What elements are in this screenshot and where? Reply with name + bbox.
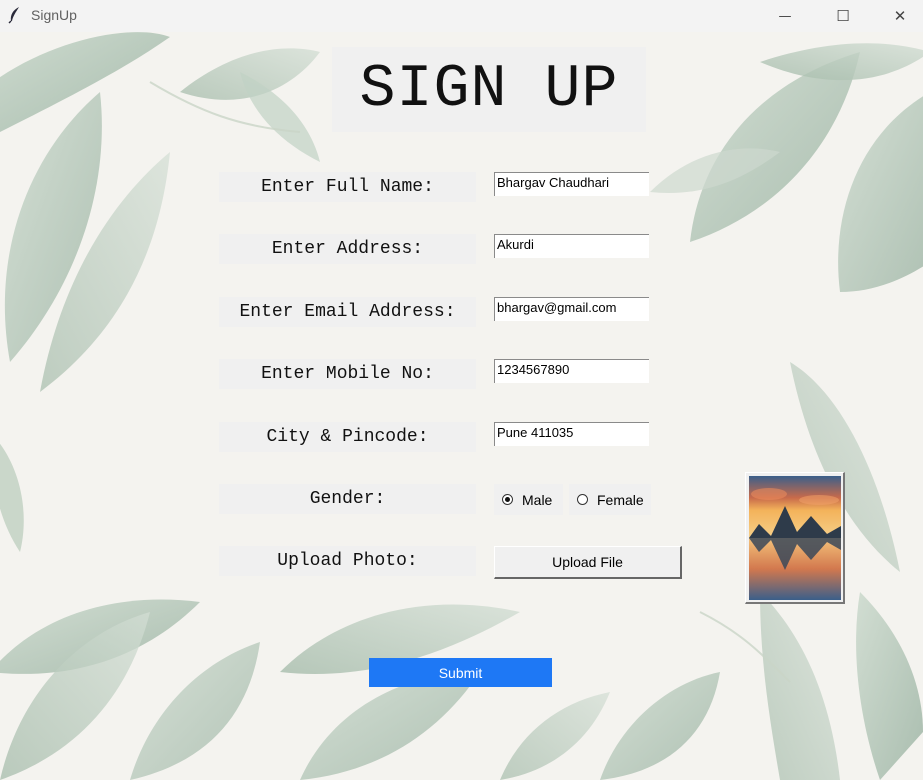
maximize-icon: ☐ (836, 7, 850, 25)
mountain-lake-photo (749, 476, 841, 600)
minimize-button[interactable]: — (762, 0, 808, 32)
upload-photo-label: Upload Photo: (219, 546, 476, 576)
title-bar: SignUp — ☐ ✕ (0, 0, 923, 32)
gender-radio-female[interactable]: Female (569, 484, 651, 515)
signup-window-content: SIGN UP Enter Full Name: Enter Address: … (0, 32, 923, 780)
full-name-input[interactable] (494, 172, 649, 196)
mobile-input[interactable] (494, 359, 649, 383)
gender-option-female-label: Female (597, 491, 644, 508)
city-pincode-input[interactable] (494, 422, 649, 446)
feather-icon (8, 7, 19, 24)
city-pincode-label: City & Pincode: (219, 422, 476, 452)
maximize-button[interactable]: ☐ (820, 0, 866, 32)
email-input[interactable] (494, 297, 649, 321)
mobile-label: Enter Mobile No: (219, 359, 476, 389)
page-title: SIGN UP (332, 47, 646, 132)
window-title: SignUp (31, 7, 77, 23)
upload-file-button[interactable]: Upload File (494, 546, 682, 579)
submit-button[interactable]: Submit (369, 658, 552, 687)
gender-radio-male[interactable]: Male (494, 484, 563, 515)
address-input[interactable] (494, 234, 649, 258)
radio-unselected-icon (577, 494, 588, 505)
address-label: Enter Address: (219, 234, 476, 264)
gender-label: Gender: (219, 484, 476, 514)
full-name-label: Enter Full Name: (219, 172, 476, 202)
minimize-icon: — (778, 8, 792, 24)
gender-option-male-label: Male (522, 491, 553, 508)
close-button[interactable]: ✕ (877, 0, 923, 32)
email-label: Enter Email Address: (219, 297, 476, 327)
radio-selected-icon (502, 494, 513, 505)
photo-preview (745, 472, 845, 604)
close-icon: ✕ (893, 7, 907, 25)
